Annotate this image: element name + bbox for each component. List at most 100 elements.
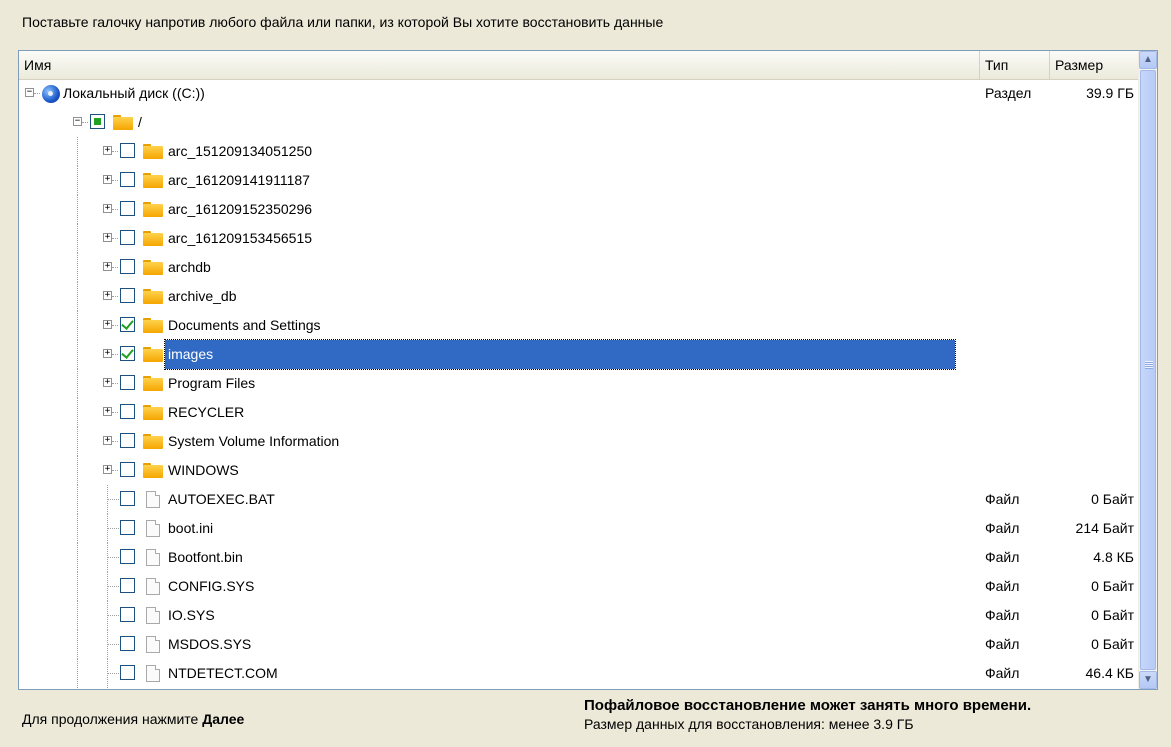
item-checkbox[interactable] [120, 636, 135, 651]
tree-line [112, 354, 118, 355]
expand-icon[interactable]: + [103, 349, 112, 358]
tree-row[interactable]: AUTOEXEC.BAT Файл 0 Байт [19, 485, 1139, 514]
item-label[interactable]: boot.ini [165, 514, 216, 543]
item-checkbox[interactable] [120, 491, 135, 506]
tree-row[interactable]: + arc_161209153456515 [19, 224, 1139, 253]
column-header-size[interactable]: Размер [1050, 51, 1139, 79]
expand-icon[interactable]: + [103, 204, 112, 213]
tree-line [112, 180, 118, 181]
item-label[interactable]: archdb [165, 253, 214, 282]
item-checkbox[interactable] [120, 230, 135, 245]
tree-line [77, 543, 78, 572]
item-label[interactable]: Локальный диск ((C:)) [60, 79, 208, 108]
item-label[interactable]: arc_161209153456515 [165, 224, 315, 253]
tree-line [77, 456, 78, 485]
expand-icon[interactable]: + [103, 407, 112, 416]
item-label[interactable]: CONFIG.SYS [165, 572, 257, 601]
item-label[interactable]: MSDOS.SYS [165, 630, 254, 659]
item-checkbox[interactable] [120, 520, 135, 535]
tree-row[interactable]: CONFIG.SYS Файл 0 Байт [19, 572, 1139, 601]
tree-row[interactable]: + WINDOWS [19, 456, 1139, 485]
item-checkbox[interactable] [120, 172, 135, 187]
tree-row[interactable]: + images [19, 339, 1139, 370]
scroll-down-button[interactable]: ▼ [1139, 671, 1157, 689]
item-checkbox[interactable] [120, 375, 135, 390]
tree-row[interactable]: + arc_161209141911187 [19, 166, 1139, 195]
tree-line [77, 311, 78, 340]
vertical-scrollbar[interactable]: ▲ ▼ [1138, 51, 1157, 689]
item-label[interactable]: System Volume Information [165, 427, 342, 456]
collapse-icon[interactable]: − [73, 117, 82, 126]
item-checkbox[interactable] [120, 578, 135, 593]
tree-row[interactable]: + Documents and Settings [19, 311, 1139, 340]
tree-row[interactable]: IO.SYS Файл 0 Байт [19, 601, 1139, 630]
item-checkbox[interactable] [120, 201, 135, 216]
expand-icon[interactable]: + [103, 262, 112, 271]
column-header-type[interactable]: Тип [980, 51, 1050, 79]
expand-icon[interactable]: + [103, 378, 112, 387]
item-checkbox[interactable] [120, 317, 135, 332]
item-size [1050, 195, 1139, 224]
tree-row[interactable]: MSDOS.SYS Файл 0 Байт [19, 630, 1139, 659]
tree-row[interactable]: NTDETECT.COM Файл 46.4 КБ [19, 659, 1139, 688]
item-label[interactable]: NTDETECT.COM [165, 659, 281, 688]
item-label[interactable]: / [135, 108, 145, 137]
instruction-text: Поставьте галочку напротив любого файла … [22, 14, 664, 30]
tree-line [82, 122, 88, 123]
item-checkbox[interactable] [120, 143, 135, 158]
tree-row[interactable]: + RECYCLER [19, 398, 1139, 427]
tree-row[interactable]: − Локальный диск ((C:)) Раздел 39.9 ГБ [19, 79, 1139, 108]
scroll-thumb[interactable] [1140, 70, 1156, 670]
item-size: 0 Байт [1091, 636, 1134, 652]
item-label[interactable]: images [164, 339, 956, 370]
tree-row[interactable]: + archive_db [19, 282, 1139, 311]
tree-row[interactable]: + archdb [19, 253, 1139, 282]
item-label[interactable]: RECYCLER [165, 398, 247, 427]
item-label[interactable]: arc_161209152350296 [165, 195, 315, 224]
tree-row[interactable]: boot.ini Файл 214 Байт [19, 514, 1139, 543]
expand-icon[interactable]: + [103, 175, 112, 184]
expand-icon[interactable]: + [103, 233, 112, 242]
scroll-up-button[interactable]: ▲ [1139, 51, 1157, 69]
tree-line [112, 238, 118, 239]
expand-icon[interactable]: + [103, 146, 112, 155]
item-label[interactable]: Program Files [165, 369, 258, 398]
item-checkbox[interactable] [120, 346, 135, 361]
tree-line [112, 383, 118, 384]
tree-row[interactable]: − / [19, 108, 1139, 137]
slow-recovery-warning: Пофайловое восстановление может занять м… [584, 697, 1032, 714]
expand-icon[interactable]: + [103, 320, 112, 329]
item-checkbox[interactable] [120, 665, 135, 680]
item-checkbox[interactable] [120, 288, 135, 303]
item-checkbox[interactable] [120, 549, 135, 564]
item-checkbox[interactable] [120, 404, 135, 419]
expand-icon[interactable]: + [103, 291, 112, 300]
item-size [1050, 166, 1139, 195]
item-checkbox[interactable] [120, 433, 135, 448]
file-tree-view[interactable]: Имя Тип Размер − Локальный диск ((C:)) Раз… [18, 50, 1158, 690]
expand-icon[interactable]: + [103, 465, 112, 474]
item-size [1050, 224, 1139, 253]
folder-icon [143, 173, 163, 188]
tree-row[interactable]: + Program Files [19, 369, 1139, 398]
item-checkbox[interactable] [120, 259, 135, 274]
item-label[interactable]: Bootfont.bin [165, 543, 246, 572]
item-label[interactable]: AUTOEXEC.BAT [165, 485, 278, 514]
item-label[interactable]: arc_161209141911187 [165, 166, 313, 195]
item-label[interactable]: IO.SYS [165, 601, 218, 630]
item-label[interactable]: arc_151209134051250 [165, 137, 315, 166]
collapse-icon[interactable]: − [25, 88, 34, 97]
item-checkbox[interactable] [120, 462, 135, 477]
item-checkbox[interactable] [90, 114, 105, 129]
tree-row[interactable]: Bootfont.bin Файл 4.8 КБ [19, 543, 1139, 572]
disk-icon [42, 85, 60, 103]
tree-row[interactable]: + arc_151209134051250 [19, 137, 1139, 166]
tree-row[interactable]: + arc_161209152350296 [19, 195, 1139, 224]
item-label[interactable]: WINDOWS [165, 456, 242, 485]
item-checkbox[interactable] [120, 607, 135, 622]
expand-icon[interactable]: + [103, 436, 112, 445]
item-label[interactable]: archive_db [165, 282, 240, 311]
tree-row[interactable]: + System Volume Information [19, 427, 1139, 456]
item-label[interactable]: Documents and Settings [165, 311, 324, 340]
column-header-name[interactable]: Имя [19, 51, 980, 79]
